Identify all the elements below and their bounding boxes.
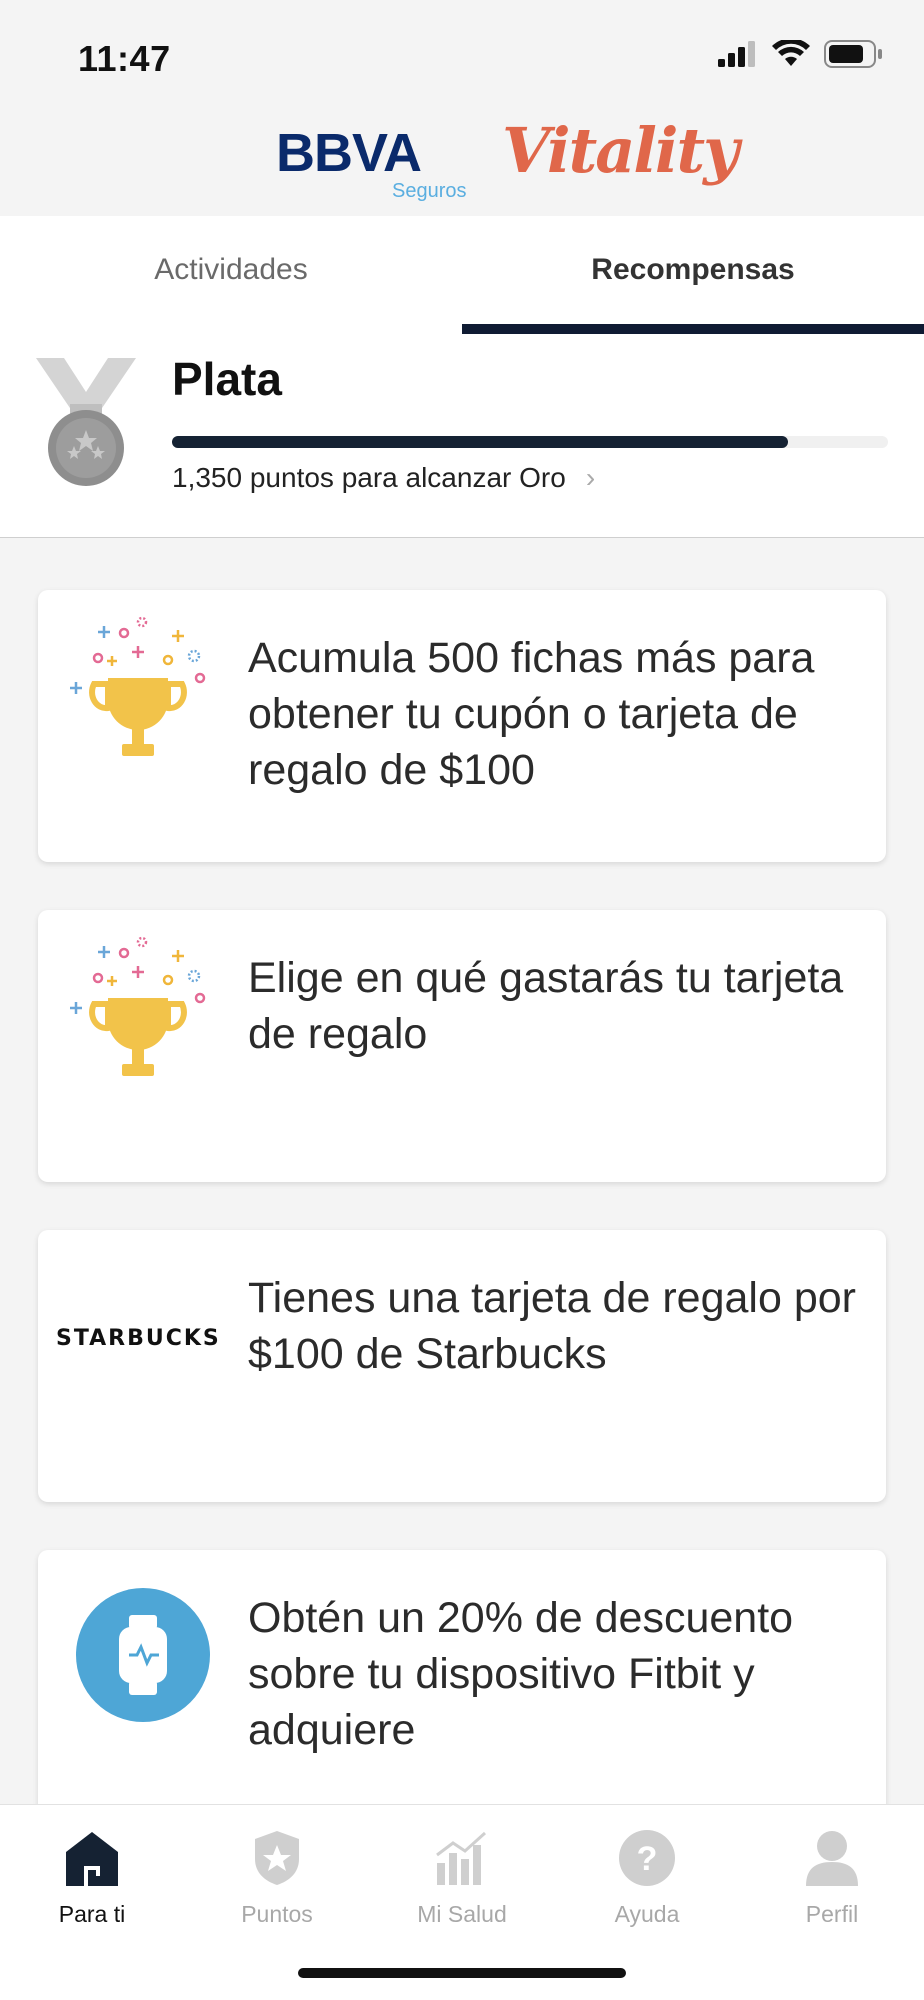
- tab-actividades[interactable]: Actividades: [0, 216, 462, 334]
- starbucks-logo: STARBUCKS: [56, 1326, 221, 1351]
- level-progress-link[interactable]: 1,350 puntos para alcanzar Oro ›: [172, 462, 595, 494]
- reward-card[interactable]: STARBUCKS Tienes una tarjeta de regalo p…: [38, 1230, 886, 1502]
- nav-label: Perfil: [805, 1901, 859, 1927]
- smartwatch-icon: [76, 1588, 210, 1722]
- tab-bar: Actividades Recompensas: [0, 216, 924, 334]
- nav-para-ti[interactable]: Para ti: [0, 1823, 184, 1928]
- tab-recompensas[interactable]: Recompensas: [462, 216, 924, 334]
- nav-ayuda[interactable]: ? Ayuda: [555, 1823, 739, 1928]
- help-icon: ?: [619, 1830, 675, 1886]
- badge-star-icon: [255, 1831, 299, 1885]
- nav-label: Mi Salud: [417, 1901, 507, 1927]
- chevron-right-icon: ›: [585, 462, 596, 493]
- reward-card[interactable]: Elige en qué gastarás tu tarjeta de rega…: [38, 910, 886, 1182]
- nav-label: Para ti: [58, 1901, 126, 1927]
- reward-card-text: Tienes una tarjeta de regalo por $100 de…: [248, 1274, 856, 1378]
- reward-card-text: Obtén un 20% de descuento sobre tu dispo…: [248, 1594, 794, 1754]
- brand-header: BBVA Seguros Vitality: [0, 110, 924, 216]
- reward-card[interactable]: Acumula 500 fichas más para obtener tu c…: [38, 590, 886, 862]
- svg-text:?: ?: [637, 1840, 658, 1878]
- status-time: 11:47: [78, 38, 171, 79]
- seguros-label: Seguros: [392, 180, 467, 202]
- trophy-icon: [70, 936, 206, 1076]
- wifi-icon: [772, 40, 810, 66]
- nav-label: Ayuda: [614, 1901, 680, 1927]
- battery-icon: [824, 40, 882, 68]
- status-bar: 11:47: [0, 0, 924, 110]
- status-icons: [718, 40, 884, 68]
- reward-card-text: Elige en qué gastarás tu tarjeta de rega…: [248, 954, 844, 1058]
- trophy-icon: [70, 616, 206, 756]
- level-progress-text: 1,350 puntos para alcanzar Oro: [172, 462, 566, 493]
- signal-icon: [718, 41, 755, 67]
- silver-medal-icon: [36, 358, 136, 486]
- nav-label: Puntos: [241, 1901, 313, 1927]
- home-indicator: [298, 1968, 626, 1978]
- bbva-logo: BBVA: [276, 123, 422, 183]
- vitality-logo: Vitality: [502, 114, 739, 187]
- profile-icon: [806, 1831, 858, 1886]
- level-panel: Plata 1,350 puntos para alcanzar Oro ›: [0, 334, 924, 538]
- chart-icon: [436, 1831, 487, 1885]
- level-progress-bar: [172, 436, 888, 448]
- level-progress-fill: [172, 436, 788, 448]
- nav-puntos[interactable]: Puntos: [185, 1823, 369, 1928]
- nav-mi-salud[interactable]: Mi Salud: [370, 1823, 554, 1928]
- home-icon: [66, 1832, 118, 1886]
- reward-card-text: Acumula 500 fichas más para obtener tu c…: [248, 634, 815, 794]
- level-title: Plata: [172, 353, 282, 405]
- nav-perfil[interactable]: Perfil: [740, 1823, 924, 1928]
